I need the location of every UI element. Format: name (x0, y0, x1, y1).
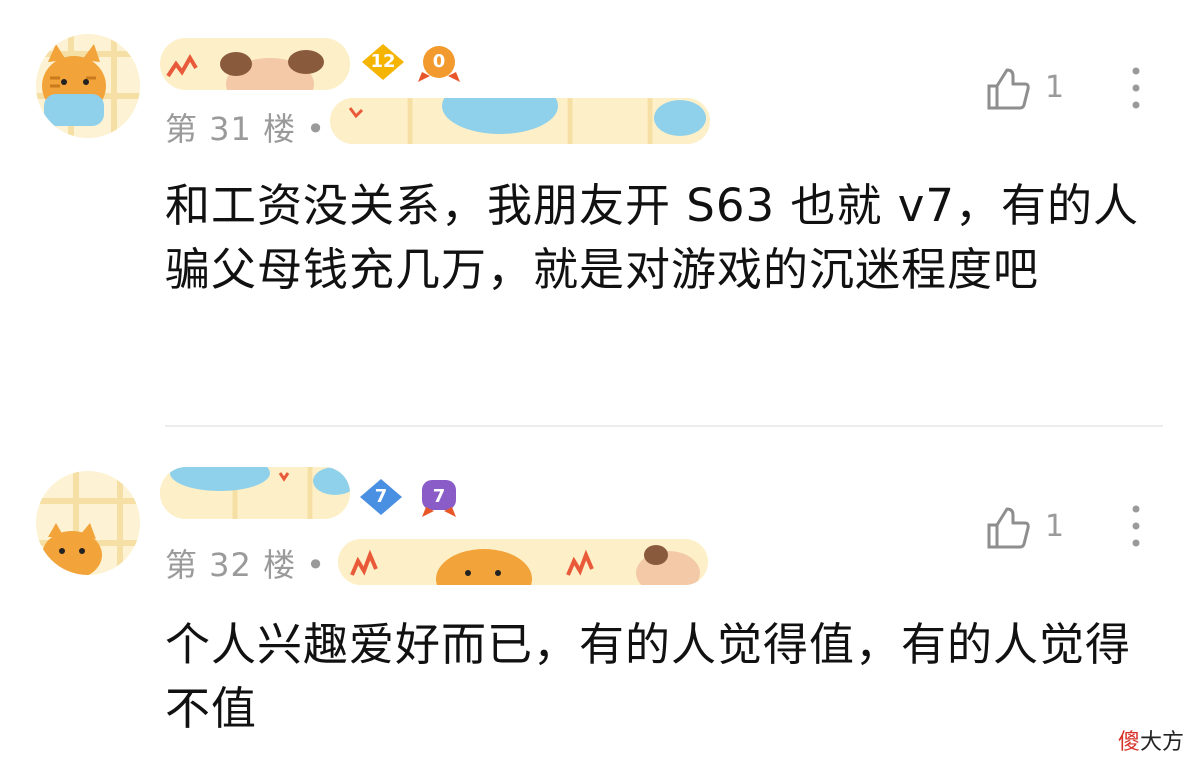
level-badge: 12 (360, 42, 406, 82)
avatar[interactable] (36, 471, 140, 575)
separator-dot: • (306, 546, 326, 584)
floor-label: 第 31 楼 (165, 110, 297, 148)
decor-sticker (330, 98, 710, 144)
comment-item: 12 0 第 31 楼 • 1 和工资没关系，我朋友开 S63 也就 v7，有的… (0, 0, 1200, 427)
more-button[interactable] (1124, 503, 1148, 553)
watermark-part2: 大方 (1139, 730, 1184, 755)
username-sticker[interactable] (160, 467, 350, 519)
comment-text: 个人兴趣爱好而已，有的人觉得值，有的人觉得不值 (165, 618, 1132, 735)
username-sticker[interactable] (160, 38, 350, 90)
fan-badge: 0 (416, 42, 462, 82)
fan-badge: 7 (416, 477, 462, 517)
comment-text: 和工资没关系，我朋友开 S63 也就 v7，有的人骗父母钱充几万，就是对游戏的沉… (165, 179, 1140, 296)
more-button[interactable] (1124, 65, 1148, 115)
like-count: 1 (1045, 509, 1065, 544)
like-count: 1 (1045, 70, 1065, 105)
floor-label: 第 32 楼 (165, 546, 297, 584)
level-badge: 7 (358, 477, 404, 517)
more-vertical-icon (1132, 67, 1140, 109)
separator-dot: • (306, 110, 326, 148)
decor-sticker (338, 539, 708, 585)
watermark: 傻大方 (1118, 724, 1184, 756)
watermark-part1: 傻 (1117, 730, 1140, 755)
avatar[interactable] (36, 34, 140, 138)
floor-info: 第 32 楼 • (165, 540, 326, 586)
comment-item: 7 7 第 32 楼 • 1 个人兴趣爱好而已，有的人觉得值，有的人觉得不值 (0, 427, 1200, 780)
floor-info: 第 31 楼 • (165, 104, 326, 150)
more-vertical-icon (1132, 505, 1140, 547)
thumbs-up-icon (987, 68, 1030, 110)
like-button[interactable]: 1 (985, 505, 1095, 555)
like-button[interactable]: 1 (985, 66, 1095, 116)
thumbs-up-icon (987, 507, 1030, 549)
